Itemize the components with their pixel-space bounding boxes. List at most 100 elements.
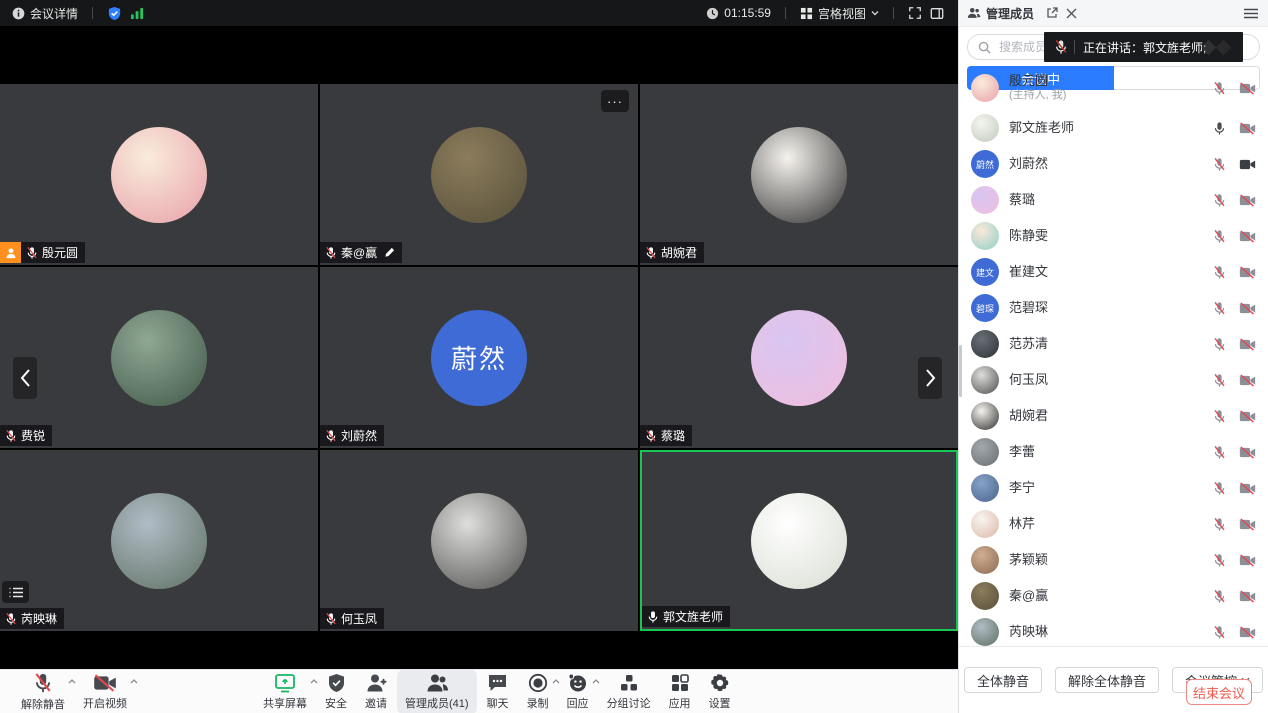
mic-muted-icon[interactable] [1213, 301, 1226, 316]
window-menu-icon[interactable] [1244, 8, 1258, 19]
fullscreen-button[interactable] [904, 6, 926, 20]
mic-muted-icon[interactable] [1213, 229, 1226, 244]
mic-muted-icon[interactable] [1213, 81, 1226, 96]
chevron-up-icon[interactable] [130, 679, 138, 684]
camera-off-icon[interactable] [1239, 374, 1256, 387]
toolbar-item-3[interactable]: 共享屏幕 [255, 670, 315, 713]
mic-muted-icon[interactable] [1213, 517, 1226, 532]
member-row[interactable]: 芮映琳 [959, 614, 1268, 646]
camera-off-icon[interactable] [1239, 590, 1256, 603]
avatar [111, 310, 207, 406]
camera-off-icon[interactable] [1239, 410, 1256, 423]
member-row[interactable]: 范苏清 [959, 326, 1268, 362]
member-row[interactable]: 胡婉君 [959, 398, 1268, 434]
mute-all-button[interactable]: 全体静音 [964, 667, 1042, 693]
next-page-arrow[interactable] [918, 357, 942, 399]
video-tile[interactable]: 胡婉君 [640, 84, 958, 265]
video-tile[interactable]: 费锐 [0, 267, 318, 448]
scrollbar-thumb[interactable] [959, 345, 962, 397]
mic-on-icon[interactable] [1213, 121, 1226, 136]
video-tile[interactable]: 蔚然 刘蔚然 [320, 267, 638, 448]
toolbar-item-12[interactable]: 设置 [701, 670, 739, 713]
mic-muted-icon[interactable] [1213, 445, 1226, 460]
member-row[interactable]: 碧琛范碧琛 [959, 290, 1268, 326]
mic-muted-icon[interactable] [1213, 553, 1226, 568]
toolbar-item-9[interactable]: 回应 [559, 670, 597, 713]
avatar [971, 186, 999, 214]
camera-off-icon[interactable] [1239, 518, 1256, 531]
info-icon [12, 7, 25, 20]
member-row[interactable]: 建文崔建文 [959, 254, 1268, 290]
video-tile[interactable]: 郭文旌老师 [640, 450, 958, 631]
toolbar-item-8[interactable]: 录制 [519, 670, 557, 713]
avatar [971, 438, 999, 466]
mic-muted-icon[interactable] [1213, 265, 1226, 280]
avatar [431, 493, 527, 589]
camera-off-icon[interactable] [1239, 230, 1256, 243]
toolbar-item-11[interactable]: 应用 [661, 670, 699, 713]
previous-page-arrow[interactable] [13, 357, 37, 399]
end-meeting-button[interactable]: 结束会议 [1186, 679, 1252, 705]
video-tile[interactable]: 殷元圆 [0, 84, 318, 265]
button-label: 解除全体静音 [1068, 671, 1146, 690]
mic-muted-icon[interactable] [1213, 589, 1226, 604]
mic-muted-icon[interactable] [1213, 157, 1226, 172]
edit-name-icon[interactable] [384, 247, 395, 258]
record-icon [528, 673, 548, 693]
camera-off-icon[interactable] [1239, 626, 1256, 639]
toolbar-item-10[interactable]: 分组讨论 [599, 670, 659, 713]
toolbar-item-1[interactable]: 解除静音 [13, 670, 73, 713]
toolbar-item-7[interactable]: 聊天 [479, 670, 517, 713]
camera-off-icon[interactable] [1239, 446, 1256, 459]
mic-muted-icon[interactable] [1213, 625, 1226, 640]
member-row[interactable]: 何玉凤 [959, 362, 1268, 398]
video-tile[interactable]: 何玉凤 [320, 450, 638, 631]
member-row[interactable]: 陈静雯 [959, 218, 1268, 254]
camera-off-icon[interactable] [1239, 122, 1256, 135]
popout-panel-icon[interactable] [1046, 7, 1058, 19]
close-panel-icon[interactable] [1066, 8, 1077, 19]
view-mode-button[interactable]: 宫格视图 [796, 5, 883, 22]
host-badge-icon [0, 242, 21, 263]
camera-off-icon[interactable] [1239, 194, 1256, 207]
settings-icon [710, 673, 730, 693]
more-options-icon[interactable]: ··· [601, 90, 629, 112]
toolbar-item-6[interactable]: 管理成员(41) [397, 670, 477, 713]
camera-off-icon[interactable] [1239, 82, 1256, 95]
toolbar-item-2[interactable]: 开启视频 [75, 670, 135, 713]
camera-off-icon[interactable] [1239, 302, 1256, 315]
mic-muted-icon[interactable] [1213, 409, 1226, 424]
camera-on-icon[interactable] [1239, 158, 1256, 171]
mic-muted-icon[interactable] [1213, 193, 1226, 208]
member-row[interactable]: 李蕾 [959, 434, 1268, 470]
video-tile[interactable]: 蔡璐 [640, 267, 958, 448]
toolbar-item-label: 管理成员(41) [405, 695, 469, 711]
meeting-details-button[interactable]: 会议详情 [8, 5, 82, 22]
member-row[interactable]: 殷元圆(主持人, 我) [959, 66, 1268, 110]
toolbar-item-label: 设置 [709, 695, 731, 711]
top-bar: 会议详情 01:15:59 [0, 0, 958, 26]
member-row[interactable]: 茅颖颖 [959, 542, 1268, 578]
mic-muted-icon[interactable] [1213, 373, 1226, 388]
camera-off-icon[interactable] [1239, 338, 1256, 351]
member-row[interactable]: 郭文旌老师 [959, 110, 1268, 146]
member-row[interactable]: 李宁 [959, 470, 1268, 506]
camera-off-icon[interactable] [1239, 482, 1256, 495]
toolbar-item-4[interactable]: 安全 [317, 670, 355, 713]
caption-list-icon[interactable] [2, 581, 29, 603]
toolbar-item-5[interactable]: 邀请 [357, 670, 395, 713]
security-status-button[interactable] [103, 6, 126, 21]
mic-muted-icon[interactable] [1213, 481, 1226, 496]
member-row[interactable]: 蔡璐 [959, 182, 1268, 218]
member-row[interactable]: 林芹 [959, 506, 1268, 542]
camera-off-icon[interactable] [1239, 266, 1256, 279]
network-quality-button[interactable] [126, 7, 149, 20]
mic-muted-icon[interactable] [1213, 337, 1226, 352]
side-panel-toggle-button[interactable] [926, 7, 948, 20]
video-tile[interactable]: ··· 秦@赢 [320, 84, 638, 265]
camera-off-icon[interactable] [1239, 554, 1256, 567]
member-row[interactable]: 秦@赢 [959, 578, 1268, 614]
unmute-all-button[interactable]: 解除全体静音 [1055, 667, 1159, 693]
member-row[interactable]: 蔚然刘蔚然 [959, 146, 1268, 182]
video-tile[interactable]: 芮映琳 [0, 450, 318, 631]
